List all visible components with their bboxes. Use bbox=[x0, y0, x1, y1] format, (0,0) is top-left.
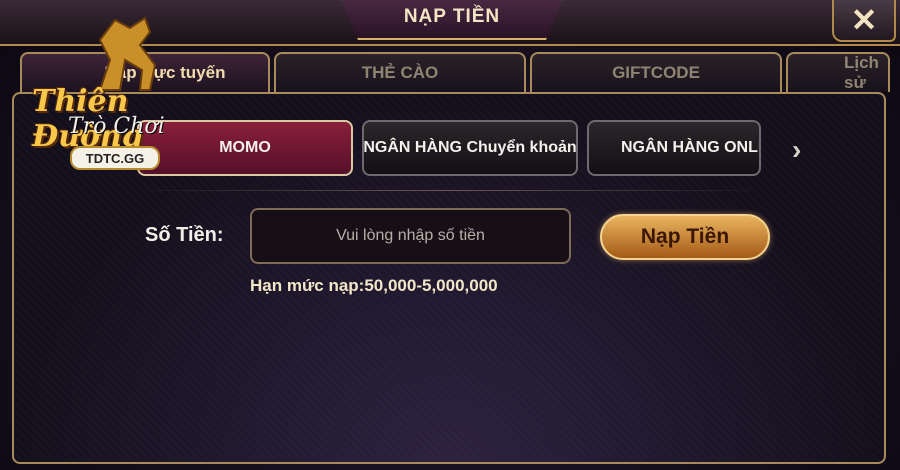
tab-scratch-card[interactable]: THẺ CÀO bbox=[274, 52, 526, 92]
tab-giftcode[interactable]: GIFTCODE bbox=[530, 52, 782, 92]
method-label: MOMO bbox=[219, 139, 271, 156]
page-title: NẠP TIỀN bbox=[403, 6, 501, 27]
title-plate: NẠP TIỀN bbox=[340, 0, 564, 40]
tab-label: THẺ CÀO bbox=[361, 63, 439, 82]
deposit-button-label: Nạp Tiền bbox=[640, 225, 730, 248]
deposit-limit-text: Hạn mức nạp:50,000-5,000,000 bbox=[250, 276, 498, 295]
tab-label: GIFTCODE bbox=[612, 63, 700, 82]
logo-badge: TDTC.GG bbox=[70, 146, 160, 170]
method-label: NGÂN HÀNG ONLINE bbox=[621, 139, 759, 156]
logo-subtitle: Trò Chơi bbox=[68, 114, 165, 139]
chevron-right-icon[interactable]: › bbox=[792, 134, 801, 166]
method-label: NGÂN HÀNG Chuyển khoản bbox=[363, 139, 577, 156]
tab-history[interactable]: Lịch sử bbox=[786, 52, 890, 92]
amount-label: Số Tiền: bbox=[145, 224, 224, 246]
divider bbox=[130, 190, 770, 191]
logo: Thiên Đường Trò Chơi TDTC.GG bbox=[10, 10, 210, 170]
close-icon: ✕ bbox=[850, 2, 878, 38]
amount-input[interactable] bbox=[250, 208, 571, 264]
method-bank-online[interactable]: NGÂN HÀNG ONLINE bbox=[587, 120, 761, 176]
close-button[interactable]: ✕ bbox=[832, 0, 896, 42]
tab-label: Lịch sử bbox=[844, 53, 879, 92]
deposit-button[interactable]: Nạp Tiền bbox=[600, 214, 770, 260]
method-bank-transfer[interactable]: NGÂN HÀNG Chuyển khoản bbox=[362, 120, 578, 176]
